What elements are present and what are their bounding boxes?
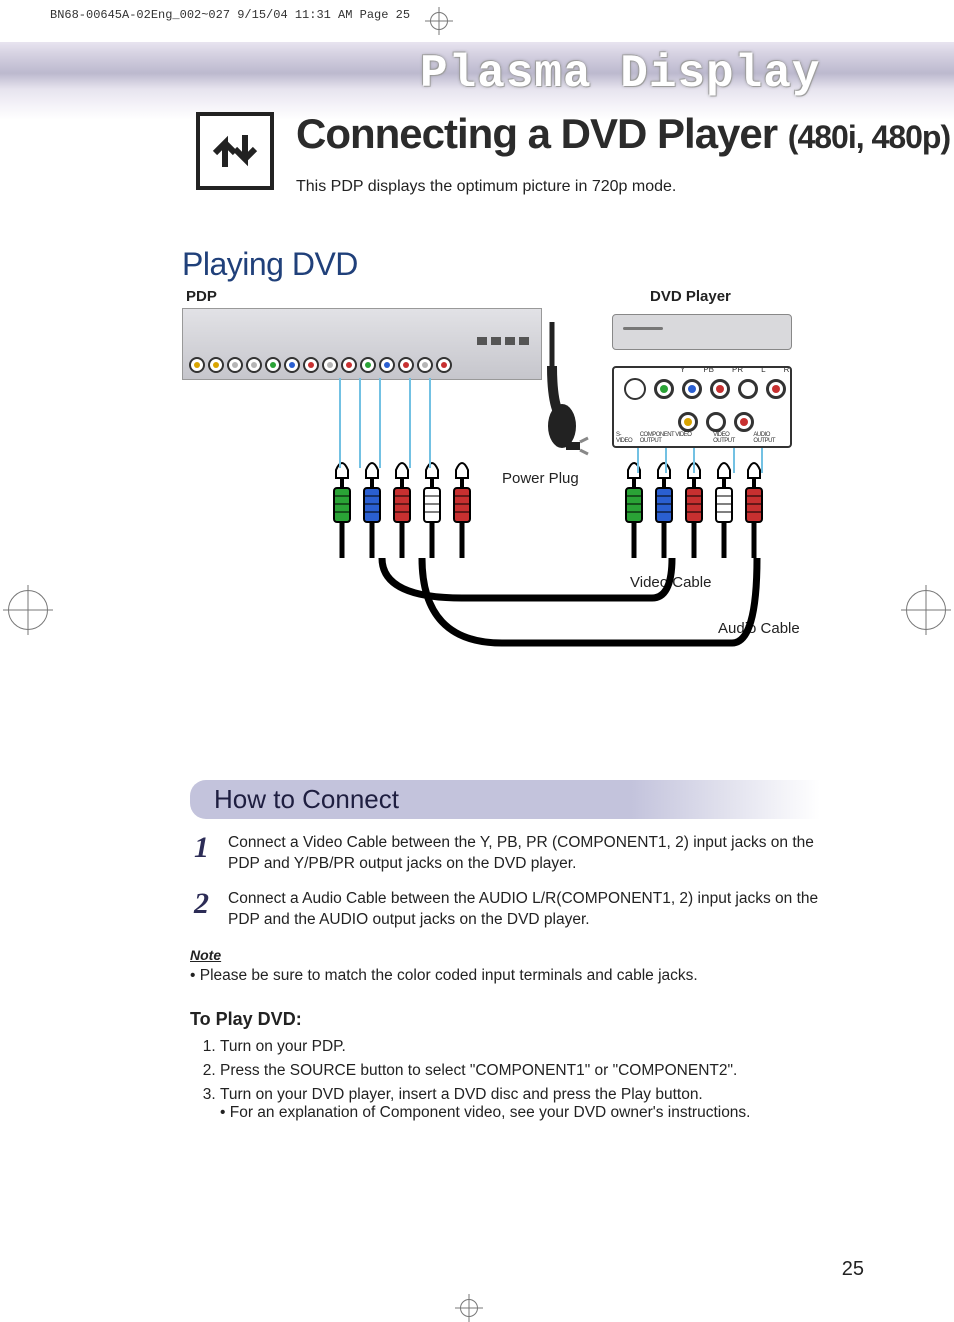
- toplay-step-2-text: Press the SOURCE button to select "COMPO…: [220, 1062, 737, 1079]
- page-subtitle: This PDP displays the optimum picture in…: [296, 178, 676, 196]
- crop-mark-bottom-icon: [460, 1299, 478, 1317]
- page-title: Connecting a DVD Player (480i, 480p): [296, 110, 950, 158]
- section-playing-dvd: Playing DVD: [182, 246, 358, 283]
- page-title-sub: (480i, 480p): [788, 119, 950, 155]
- crop-mark-top-icon: [430, 12, 448, 30]
- step-text-1: Connect a Video Cable between the Y, PB,…: [228, 833, 820, 875]
- toplay-step-3: Turn on your DVD player, insert a DVD di…: [220, 1086, 820, 1122]
- to-play-dvd-list: Turn on your PDP. Press the SOURCE butto…: [190, 1038, 820, 1122]
- note-label: Note: [190, 947, 820, 963]
- page-number: 25: [842, 1258, 864, 1281]
- toplay-step-2: Press the SOURCE button to select "COMPO…: [220, 1062, 820, 1080]
- toplay-step-1: Turn on your PDP.: [220, 1038, 820, 1056]
- cable-paths-icon: [182, 288, 822, 688]
- page-title-main: Connecting a DVD Player: [296, 110, 777, 157]
- how-to-connect-section: How to Connect 1 Connect a Video Cable b…: [190, 780, 820, 1128]
- print-header: BN68-00645A-02Eng_002~027 9/15/04 11:31 …: [50, 8, 410, 22]
- connection-icon: [196, 112, 274, 190]
- note-text: • Please be sure to match the color code…: [190, 967, 820, 985]
- step-number-2: 2: [194, 889, 214, 931]
- howto-step-1: 1 Connect a Video Cable between the Y, P…: [194, 833, 820, 875]
- toplay-step-3-text: Turn on your DVD player, insert a DVD di…: [220, 1086, 703, 1103]
- step-number-1: 1: [194, 833, 214, 875]
- howto-heading-bar: How to Connect: [190, 780, 820, 819]
- howto-step-2: 2 Connect a Audio Cable between the AUDI…: [194, 889, 820, 931]
- banner-title: Plasma Display: [420, 48, 820, 100]
- connection-diagram: PDP DVD Player YPBPRLR S-VIDEOCOMPONENT …: [182, 288, 822, 688]
- step-text-2: Connect a Audio Cable between the AUDIO …: [228, 889, 820, 931]
- crop-mark-left-icon: [8, 590, 48, 630]
- howto-heading: How to Connect: [214, 784, 399, 814]
- to-play-dvd-title: To Play DVD:: [190, 1009, 820, 1030]
- crop-mark-right-icon: [906, 590, 946, 630]
- toplay-step-1-text: Turn on your PDP.: [220, 1038, 346, 1055]
- toplay-step-3-sub: • For an explanation of Component video,…: [220, 1104, 820, 1122]
